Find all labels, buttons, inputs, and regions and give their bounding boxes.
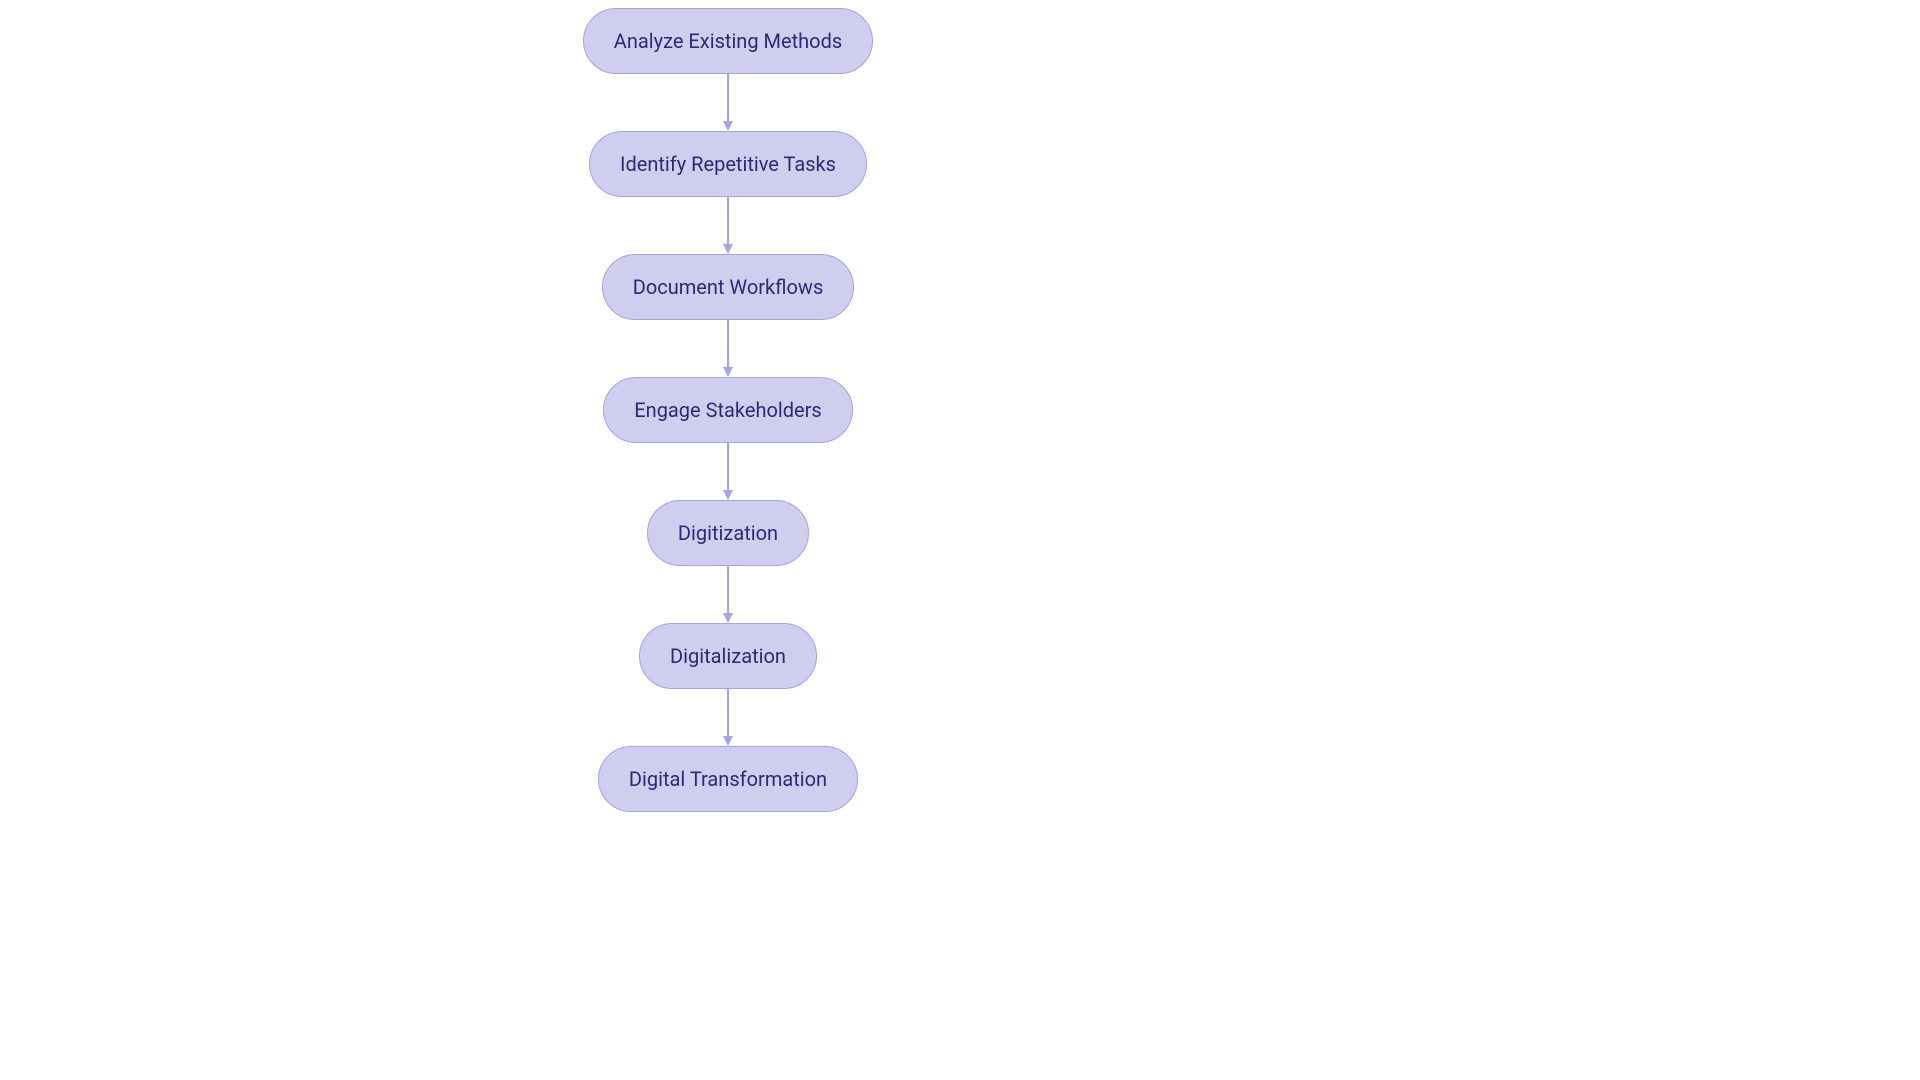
flow-node-document-workflows: Document Workflows [602,254,855,320]
flow-node-digital-transformation: Digital Transformation [598,746,858,812]
flow-node-digitization: Digitization [647,500,809,566]
connectors-layer [0,0,1920,1080]
flow-node-engage-stakeholders: Engage Stakeholders [603,377,852,443]
flow-node-digitalization: Digitalization [639,623,817,689]
flowchart-diagram: Analyze Existing Methods Identify Repeti… [0,0,1920,1080]
flow-node-analyze-existing-methods: Analyze Existing Methods [583,8,873,74]
flow-node-identify-repetitive-tasks: Identify Repetitive Tasks [589,131,867,197]
